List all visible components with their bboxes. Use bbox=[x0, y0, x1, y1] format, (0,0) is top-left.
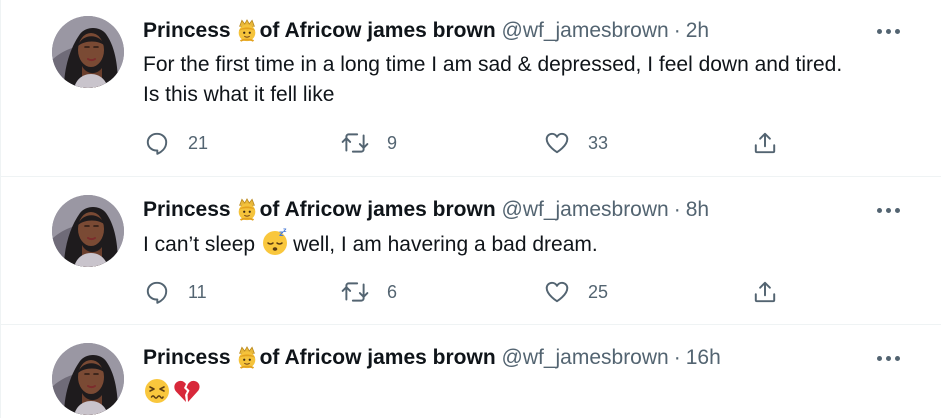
like-button[interactable]: 25 bbox=[544, 279, 608, 305]
tweet-header: Princess of Africow james brown @wf_james… bbox=[143, 195, 709, 225]
tweet-text bbox=[143, 377, 913, 409]
more-icon[interactable] bbox=[877, 353, 901, 363]
person-with-crown-emoji bbox=[235, 18, 259, 42]
handle[interactable]: @wf_jamesbrown bbox=[502, 346, 669, 369]
like-count: 33 bbox=[588, 132, 609, 153]
tweet-text-line: For the first time in a long time I am s… bbox=[143, 53, 843, 76]
separator-dot: · bbox=[673, 19, 681, 42]
timestamp[interactable]: 2h bbox=[686, 19, 709, 42]
broken-heart-emoji bbox=[173, 377, 201, 405]
tweet-text-part: I can’t sleep bbox=[143, 233, 256, 256]
display-name[interactable]: Princess of Africow james brown bbox=[143, 19, 496, 42]
separator-dot: · bbox=[673, 198, 681, 221]
heart-icon bbox=[544, 279, 570, 305]
person-with-crown-emoji bbox=[235, 197, 259, 221]
reply-count: 21 bbox=[188, 132, 209, 153]
tweet[interactable]: Princess of Africow james brown @wf_james… bbox=[1, 325, 941, 418]
reply-button[interactable]: 11 bbox=[144, 279, 207, 305]
tweet-header: Princess of Africow james brown @wf_james… bbox=[143, 16, 709, 46]
tweet-text: For the first time in a long time I am s… bbox=[143, 50, 913, 110]
avatar[interactable] bbox=[52, 343, 124, 415]
reply-count: 11 bbox=[188, 281, 207, 302]
display-name[interactable]: Princess of Africow james brown bbox=[143, 346, 496, 369]
share-icon bbox=[752, 130, 778, 156]
tweet[interactable]: Princess of Africow james brown @wf_james… bbox=[1, 177, 941, 325]
handle[interactable]: @wf_jamesbrown bbox=[502, 198, 669, 221]
more-icon[interactable] bbox=[877, 205, 901, 215]
reply-icon bbox=[144, 279, 170, 305]
more-icon[interactable] bbox=[877, 26, 901, 36]
timestamp[interactable]: 16h bbox=[686, 346, 721, 369]
like-button[interactable]: 33 bbox=[544, 130, 608, 156]
sleeping-face-emoji bbox=[261, 228, 289, 256]
retweet-count: 6 bbox=[387, 281, 398, 302]
share-button[interactable] bbox=[752, 279, 778, 305]
avatar[interactable] bbox=[52, 195, 124, 267]
retweet-button[interactable]: 9 bbox=[341, 130, 397, 156]
heart-icon bbox=[544, 130, 570, 156]
retweet-button[interactable]: 6 bbox=[341, 279, 397, 305]
share-icon bbox=[752, 279, 778, 305]
reply-button[interactable]: 21 bbox=[144, 130, 208, 156]
handle[interactable]: @wf_jamesbrown bbox=[502, 19, 669, 42]
tweet-header: Princess of Africow james brown @wf_james… bbox=[143, 343, 721, 373]
tweet-text: I can’t sleep well, I am havering a bad d… bbox=[143, 228, 913, 260]
share-button[interactable] bbox=[752, 130, 778, 156]
retweet-count: 9 bbox=[387, 132, 398, 153]
separator-dot: · bbox=[673, 346, 681, 369]
person-with-crown-emoji bbox=[235, 345, 259, 369]
retweet-icon bbox=[341, 279, 369, 305]
reply-icon bbox=[144, 130, 170, 156]
persevering-face-emoji bbox=[143, 377, 171, 405]
tweet-text-line: Is this what it fell like bbox=[143, 83, 335, 106]
retweet-icon bbox=[341, 130, 369, 156]
tweet-text-part: well, I am havering a bad dream. bbox=[293, 233, 598, 256]
tweet[interactable]: Princess of Africow james brown @wf_james… bbox=[1, 0, 941, 177]
avatar[interactable] bbox=[52, 16, 124, 88]
display-name[interactable]: Princess of Africow james brown bbox=[143, 198, 496, 221]
like-count: 25 bbox=[588, 281, 609, 302]
timestamp[interactable]: 8h bbox=[686, 198, 709, 221]
